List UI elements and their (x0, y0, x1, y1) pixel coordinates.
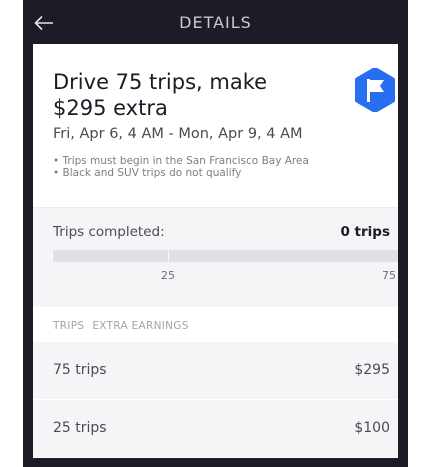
tier-row[interactable]: 25 trips $100 (33, 400, 398, 457)
progress-label: Trips completed: (53, 224, 165, 240)
column-header-earnings: EXTRA EARNINGS (92, 320, 189, 332)
tier-trips: 75 trips (53, 362, 107, 378)
rule-item: • Black and SUV trips do not qualify (53, 167, 242, 179)
app-frame: DETAILS Drive 75 trips, make $295 extra … (23, 0, 408, 467)
promotion-title: Drive 75 trips, make $295 extra (53, 70, 268, 120)
tier-trips: 25 trips (53, 420, 107, 436)
page-title: DETAILS (179, 13, 252, 32)
milestone-label: 75 (382, 269, 396, 282)
tier-amount: $295 (354, 362, 390, 378)
trip-progress: Trips completed: 0 trips 25 75 (33, 207, 398, 307)
milestone-tick (167, 250, 169, 262)
rule-item: • Trips must begin in the San Francisco … (53, 155, 309, 167)
progress-value: 0 trips (340, 224, 390, 240)
milestone-label: 25 (161, 269, 175, 282)
promotion-summary: Drive 75 trips, make $295 extra Fri, Apr… (33, 44, 398, 207)
promotion-rules: • Trips must begin in the San Francisco … (53, 155, 309, 179)
header: DETAILS (23, 0, 408, 44)
tier-table-header: TRIPS EXTRA EARNINGS (53, 320, 197, 332)
details-card: Drive 75 trips, make $295 extra Fri, Apr… (33, 44, 398, 458)
flag-icon (355, 68, 395, 112)
tier-row[interactable]: 75 trips $295 (33, 342, 398, 399)
progress-bar (53, 250, 398, 262)
promotion-dates: Fri, Apr 6, 4 AM - Mon, Apr 9, 4 AM (53, 126, 303, 142)
column-header-trips: TRIPS (53, 320, 85, 332)
tier-amount: $100 (354, 420, 390, 436)
